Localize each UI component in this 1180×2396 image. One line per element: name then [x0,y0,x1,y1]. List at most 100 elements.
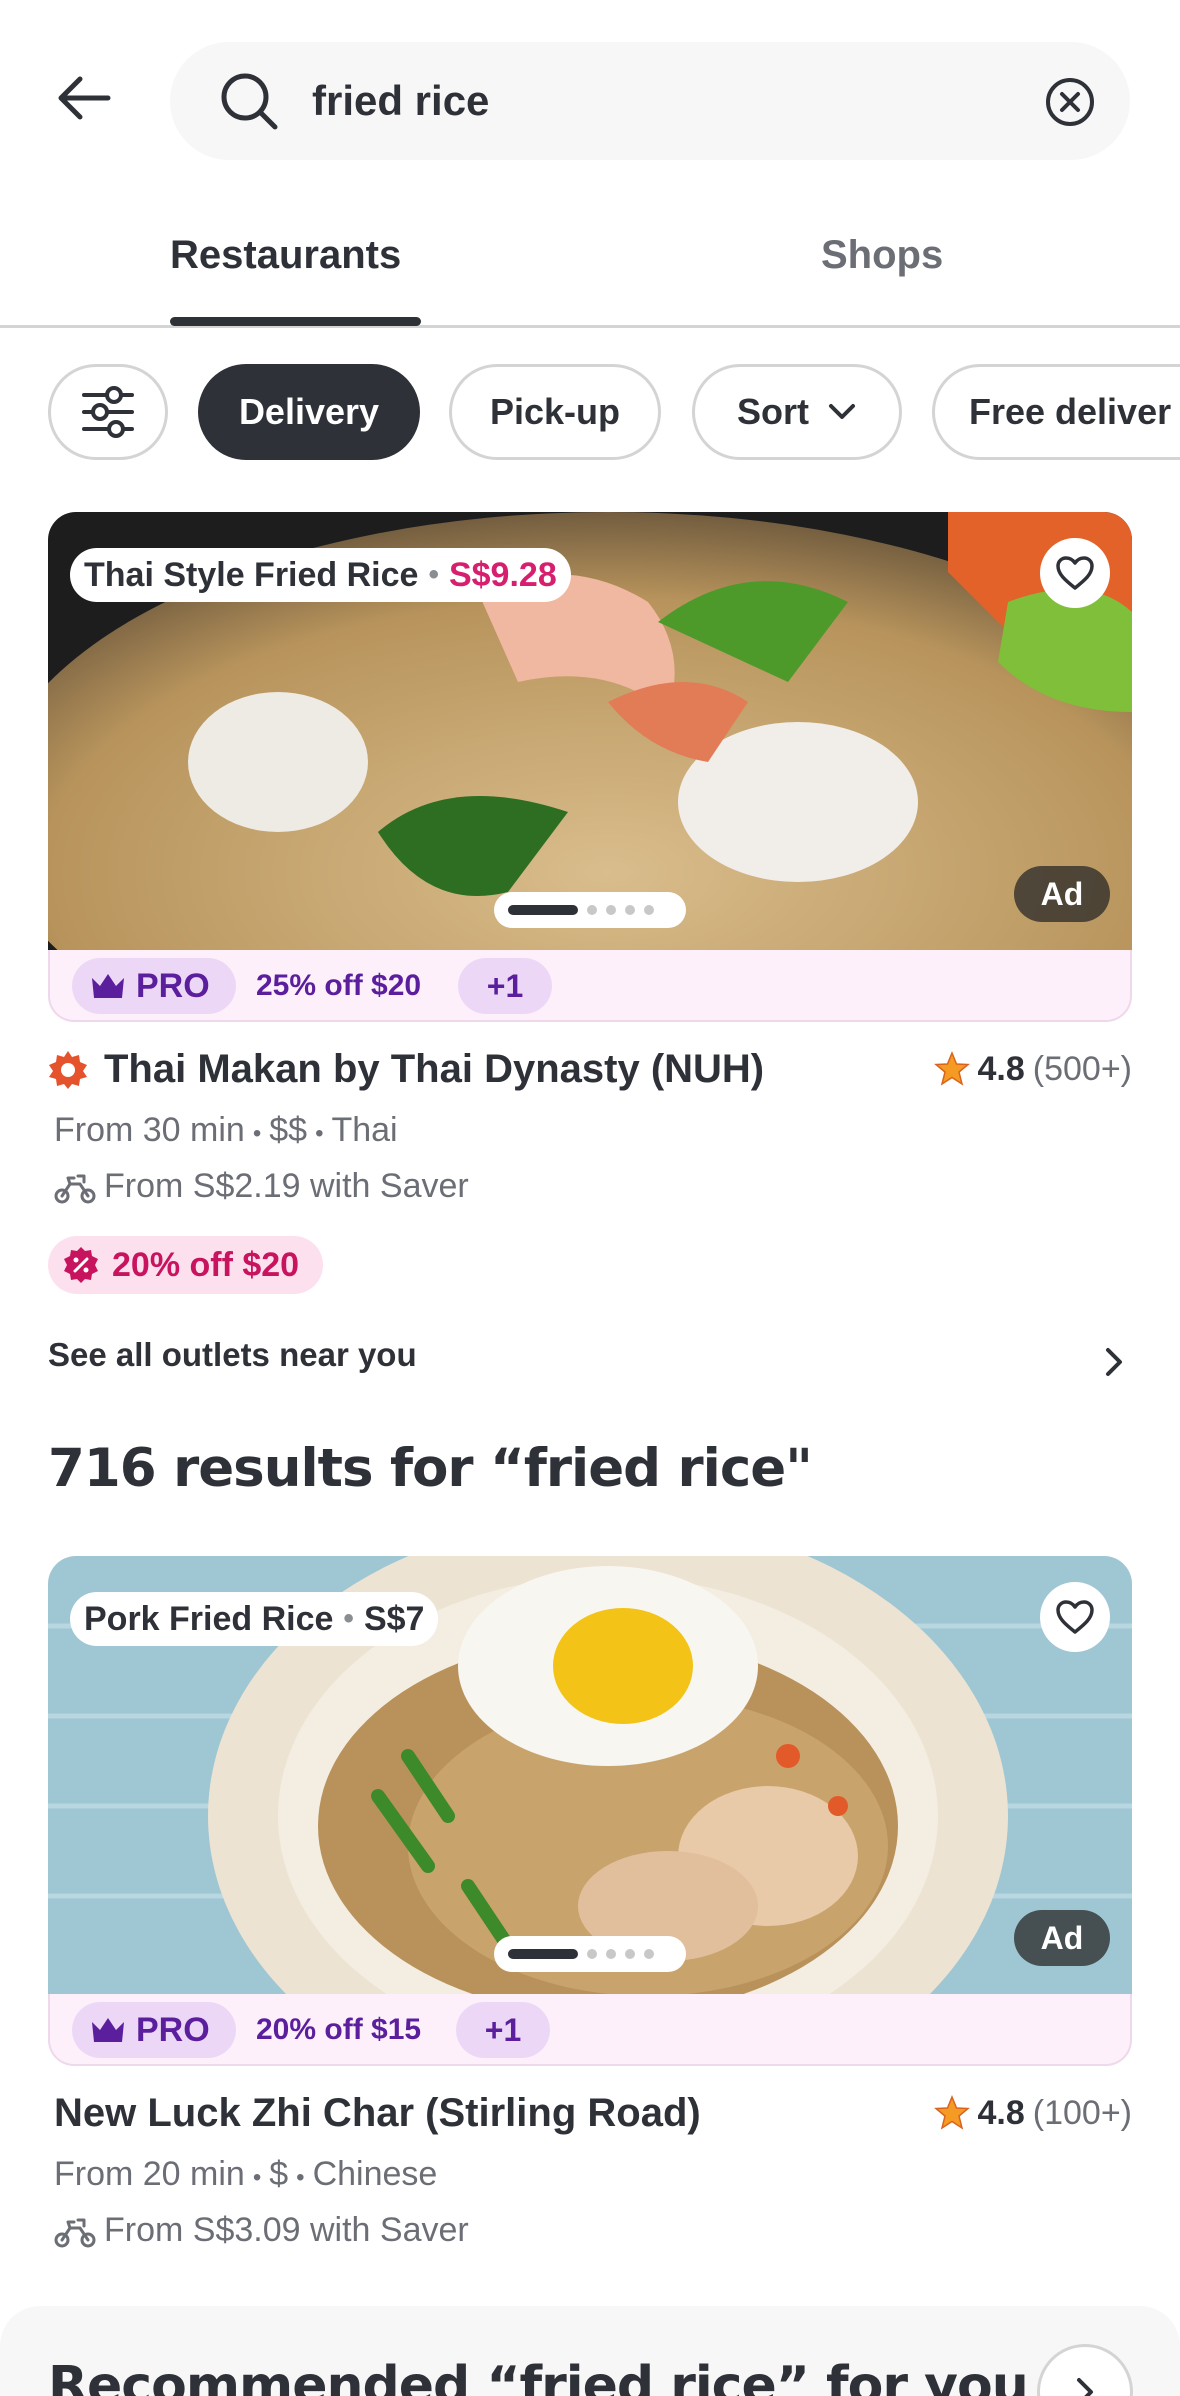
restaurant-meta: From 20 min • $ • Chinese [54,2152,437,2200]
carousel-dot-active [508,905,578,915]
restaurant-rating: 4.8 (100+) [933,2088,1132,2138]
heart-icon [1056,556,1094,590]
delivery-time: From 30 min [54,1111,245,1149]
heart-icon [1056,1600,1094,1634]
separator-dot: • [315,1120,324,1147]
rating-count: (100+) [1032,2094,1132,2132]
delivery-fee-text: From S$3.09 with Saver [104,2211,469,2249]
recommended-heading: Recommended “fried rice” for you [48,2356,1029,2396]
star-icon [933,1051,970,1086]
more-promos-badge: +1 [456,2002,550,2058]
pro-label: PRO [136,2010,210,2049]
pro-promo-bar: PRO 20% off $15 +1 [48,1994,1132,2066]
discount-tag-icon [64,1247,98,1283]
pickup-chip[interactable]: Pick-up [449,364,661,460]
featured-dish-label: Thai Style Fried Rice • S$9.28 [70,548,571,602]
rating-value: 4.8 [977,1050,1025,1088]
pro-label: PRO [136,966,210,1005]
carousel-dot [625,1949,635,1959]
rating-count: (500+) [1032,1050,1132,1088]
restaurant-badge-icon [48,1050,88,1090]
cuisine: Thai [331,1111,398,1149]
carousel-dot [606,905,616,915]
restaurant-rating: 4.8 (500+) [933,1044,1132,1094]
results-count-heading: 716 results for “fried rice" [48,1438,813,1499]
separator-dot: • [343,1602,354,1635]
restaurant-name[interactable]: New Luck Zhi Char (Stirling Road) [54,2088,701,2138]
recommended-next-button[interactable] [1037,2344,1133,2396]
rating-value: 4.8 [977,2094,1025,2132]
price-level: $ [269,2155,289,2193]
carousel-dot [625,905,635,915]
delivery-fee-text: From S$2.19 with Saver [104,1167,469,1205]
crown-icon [92,974,124,998]
carousel-dot [587,1949,597,1959]
filter-settings-button[interactable] [48,364,168,460]
tab-bar: Restaurants Shops [0,200,1180,328]
search-input[interactable]: fried rice [170,42,1130,160]
sort-label: Sort [737,391,809,432]
pro-badge: PRO [72,958,236,1014]
price-level: $$ [269,1111,308,1149]
separator-dot: • [296,2164,305,2191]
search-icon [221,73,278,130]
delivery-bike-icon [54,1174,96,1204]
clear-search-icon[interactable] [1044,76,1096,128]
carousel-dot [587,905,597,915]
sliders-icon [82,386,134,438]
carousel-dot [606,1949,616,1959]
dish-name: Pork Fried Rice [84,1599,334,1638]
separator-dot: • [428,558,439,591]
separator-dot: • [252,2164,262,2191]
star-icon [933,2095,970,2130]
crown-icon [92,2018,124,2042]
pro-promo-text: 25% off $20 [256,969,422,1002]
active-tab-indicator [170,317,421,326]
sort-chip[interactable]: Sort [692,364,902,460]
delivery-bike-icon [54,2218,96,2248]
carousel-dot [644,1949,654,1959]
delivery-chip[interactable]: Delivery [198,364,420,460]
dish-price: S$9.28 [448,555,557,594]
see-all-outlets-label: See all outlets near you [48,1336,417,1373]
pro-promo-text: 20% off $15 [256,2013,422,2046]
discount-badge: 20% off $20 [48,1236,324,1294]
recommended-section: Recommended “fried rice” for you [0,2306,1180,2396]
discount-text: 20% off $20 [112,1245,300,1284]
featured-dish-label: Pork Fried Rice • S$7 [70,1592,439,1646]
ad-badge: Ad [1014,1910,1110,1966]
favorite-button[interactable] [1040,538,1110,608]
dish-photo: Thai Style Fried Rice • S$9.28 Ad [48,512,1132,950]
tab-shops[interactable]: Shops [821,230,943,280]
see-all-outlets-link[interactable]: See all outlets near you [48,1330,1132,1390]
featured-restaurant-card[interactable]: Thai Style Fried Rice • S$9.28 Ad PRO 25… [48,512,1132,1302]
dish-photo: Pork Fried Rice • S$7 Ad [48,1556,1132,1994]
delivery-fee: From S$2.19 with Saver [54,1164,469,1208]
free-delivery-chip[interactable]: Free deliver [932,364,1180,460]
delivery-fee: From S$3.09 with Saver [54,2208,469,2252]
carousel-dot-active [508,1949,578,1959]
chevron-right-icon [1077,2378,1093,2396]
dish-name: Thai Style Fried Rice [84,555,419,594]
back-button[interactable] [48,62,120,134]
search-query[interactable]: fried rice [312,76,489,126]
tab-restaurants[interactable]: Restaurants [170,230,401,280]
restaurant-name[interactable]: Thai Makan by Thai Dynasty (NUH) [104,1044,764,1094]
carousel-dot [644,905,654,915]
arrow-left-icon [58,76,111,120]
search-header: fried rice [0,0,1180,200]
image-carousel-indicator[interactable] [494,892,686,928]
separator-dot: • [252,1120,262,1147]
filter-chips: Delivery Pick-up Sort Free deliver [0,364,1180,462]
pro-promo-bar: PRO 25% off $20 +1 [48,950,1132,1022]
favorite-button[interactable] [1040,1582,1110,1652]
restaurant-meta: From 30 min • $$ • Thai [54,1108,398,1156]
more-promos-badge: +1 [458,958,552,1014]
ad-badge: Ad [1014,866,1110,922]
pro-badge: PRO [72,2002,236,2058]
chevron-down-icon [829,404,855,419]
image-carousel-indicator[interactable] [494,1936,686,1972]
chevron-right-icon [1106,1348,1122,1376]
restaurant-card[interactable]: Pork Fried Rice • S$7 Ad PRO 20% off $15… [48,1556,1132,2256]
dish-price: S$7 [363,1599,425,1638]
